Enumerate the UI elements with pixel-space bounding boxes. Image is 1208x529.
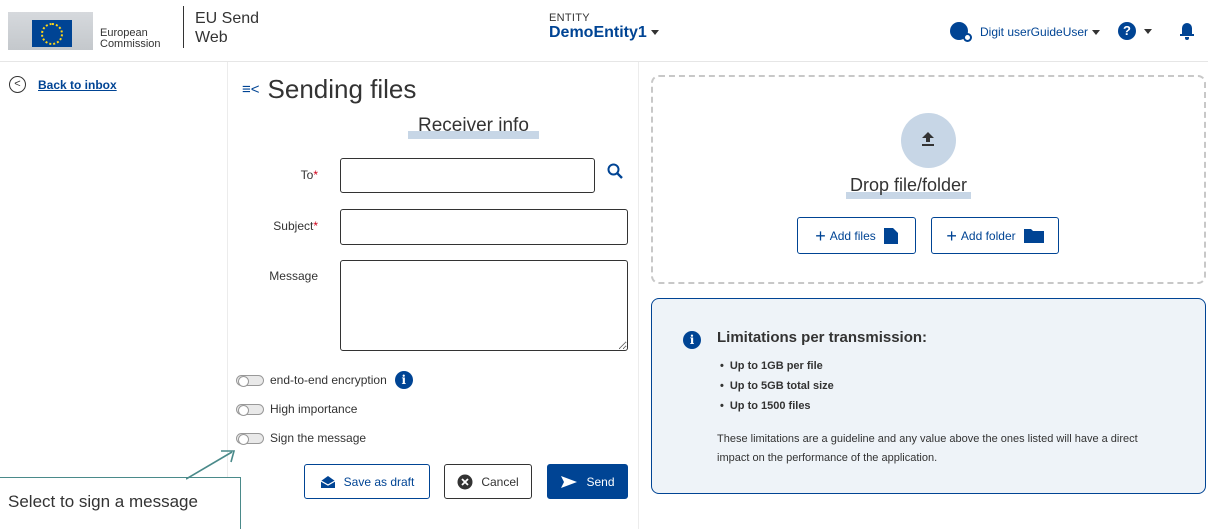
app-name-line2: Web bbox=[195, 29, 228, 46]
back-to-inbox-link[interactable]: Back to inbox bbox=[38, 78, 117, 92]
message-label: Message bbox=[269, 269, 318, 283]
back-icon: < bbox=[9, 76, 26, 93]
org-line2: Commission bbox=[100, 38, 161, 50]
subject-label: Subject* bbox=[273, 219, 318, 233]
bell-icon[interactable] bbox=[1180, 23, 1194, 40]
info-icon[interactable]: i bbox=[394, 371, 413, 389]
drop-text: Drop file/folder bbox=[846, 175, 972, 199]
org-name: European Commission bbox=[100, 28, 161, 50]
app-name-line1: EU Send bbox=[195, 10, 260, 27]
add-files-button[interactable]: + Add files bbox=[797, 217, 916, 254]
section-heading-text: Receiver info bbox=[418, 115, 529, 136]
help-menu[interactable]: ? bbox=[1118, 22, 1152, 40]
importance-toggle[interactable] bbox=[236, 403, 264, 416]
send-label: Send bbox=[586, 474, 615, 489]
file-icon bbox=[883, 227, 898, 244]
limitations-list: Up to 1GB per file Up to 5GB total size … bbox=[720, 356, 834, 416]
encryption-toggle-row: end-to-end encryption i bbox=[236, 371, 413, 389]
encryption-toggle[interactable] bbox=[236, 374, 264, 387]
subject-field[interactable] bbox=[340, 209, 628, 245]
add-folder-label: Add folder bbox=[960, 228, 1016, 243]
upload-icon bbox=[922, 132, 934, 146]
app-header: European Commission EU Send Web ENTITY D… bbox=[0, 0, 1208, 62]
envelope-icon bbox=[320, 475, 335, 488]
sign-toggle[interactable] bbox=[236, 432, 264, 445]
limitation-item: Up to 1500 files bbox=[720, 396, 834, 416]
callout-text: Select to sign a message bbox=[8, 492, 198, 511]
limitations-note: These limitations are a guideline and an… bbox=[717, 433, 1138, 464]
save-draft-button[interactable]: Save as draft bbox=[304, 464, 430, 499]
chevron-down-icon bbox=[1144, 28, 1152, 34]
add-folder-button[interactable]: + Add folder bbox=[931, 217, 1059, 254]
entity-value: DemoEntity1 bbox=[549, 24, 647, 41]
search-icon[interactable] bbox=[607, 163, 623, 179]
entity-label: ENTITY bbox=[549, 12, 590, 24]
help-icon: ? bbox=[1118, 22, 1136, 40]
plus-icon: + bbox=[815, 225, 826, 246]
cancel-icon bbox=[457, 474, 473, 489]
importance-label: High importance bbox=[270, 402, 358, 416]
drop-text-label: Drop file/folder bbox=[850, 175, 968, 195]
importance-toggle-row: High importance bbox=[236, 402, 357, 416]
message-field[interactable] bbox=[340, 260, 628, 351]
plus-icon: + bbox=[946, 225, 957, 246]
app-name: EU Send Web bbox=[195, 9, 259, 47]
to-label: To* bbox=[300, 168, 318, 182]
sign-toggle-row: Sign the message bbox=[236, 431, 366, 445]
to-field[interactable] bbox=[340, 158, 595, 193]
page-title: ≡< Sending files bbox=[242, 74, 416, 105]
sign-label: Sign the message bbox=[270, 431, 367, 445]
user-name: Digit userGuideUser bbox=[980, 25, 1089, 39]
cancel-button[interactable]: Cancel bbox=[444, 464, 532, 499]
limitation-item: Up to 1GB per file bbox=[720, 356, 834, 376]
encryption-label: end-to-end encryption bbox=[270, 373, 387, 387]
limitations-title: Limitations per transmission: bbox=[717, 329, 928, 346]
cancel-label: Cancel bbox=[481, 474, 519, 489]
back-to-inbox[interactable]: < Back to inbox bbox=[9, 76, 117, 93]
folder-icon bbox=[1023, 229, 1044, 243]
entity-value-row[interactable]: DemoEntity1 bbox=[549, 24, 659, 42]
user-menu[interactable]: Digit userGuideUser bbox=[950, 22, 1101, 42]
add-files-label: Add files bbox=[829, 228, 876, 243]
chevron-down-icon bbox=[1092, 29, 1101, 35]
send-button[interactable]: Send bbox=[547, 464, 628, 499]
limitation-item: Up to 5GB total size bbox=[720, 376, 834, 396]
info-icon: i bbox=[683, 331, 701, 349]
callout-arrow-icon bbox=[186, 450, 236, 480]
chevron-down-icon bbox=[650, 30, 659, 36]
send-icon bbox=[561, 475, 578, 488]
user-settings-icon bbox=[950, 22, 972, 42]
eu-flag-icon bbox=[8, 12, 93, 50]
save-draft-label: Save as draft bbox=[343, 474, 415, 489]
entity-selector[interactable]: ENTITY DemoEntity1 bbox=[549, 13, 659, 42]
page-title-text: Sending files bbox=[267, 74, 417, 104]
form-divider bbox=[638, 62, 639, 529]
section-heading: Receiver info bbox=[408, 115, 539, 139]
menu-collapse-icon[interactable]: ≡< bbox=[242, 81, 260, 98]
logo-divider bbox=[183, 6, 184, 48]
